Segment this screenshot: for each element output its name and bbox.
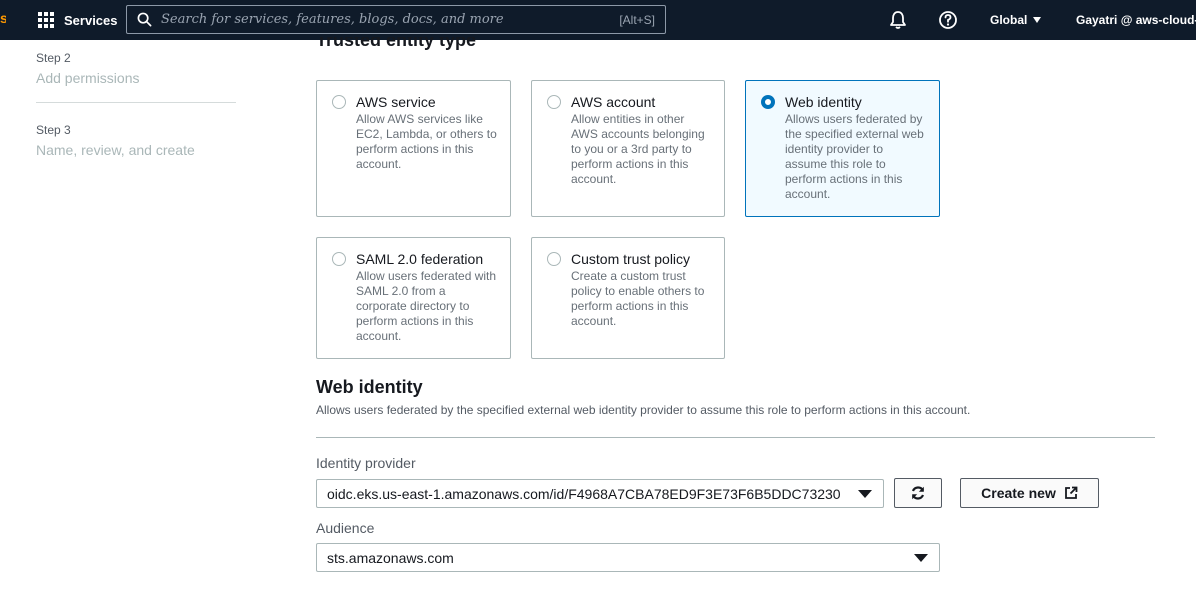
account-label: Gayatri @ aws-cloud-a [1076, 13, 1196, 27]
audience-select[interactable]: sts.amazonaws.com [316, 543, 940, 572]
tile-description: Allow entities in other AWS accounts bel… [571, 112, 705, 186]
tile-title: Custom trust policy [571, 251, 691, 267]
services-label: Services [64, 12, 118, 28]
step-divider [36, 102, 236, 103]
aws-logo[interactable]: s [0, 10, 6, 30]
services-menu-button[interactable]: Services [38, 0, 118, 40]
tile-title: AWS account [571, 94, 656, 110]
help-icon [939, 11, 957, 29]
help-button[interactable] [938, 10, 958, 35]
tile-description: Allow AWS services like EC2, Lambda, or … [356, 112, 497, 171]
create-new-label: Create new [981, 485, 1056, 501]
audience-label: Audience [316, 520, 375, 536]
identity-provider-value: oidc.eks.us-east-1.amazonaws.com/id/F496… [327, 485, 841, 502]
external-link-icon [1064, 486, 1078, 499]
search-shortcut-hint: [Alt+S] [619, 12, 655, 27]
notifications-button[interactable] [888, 10, 908, 35]
tile-description: Create a custom trust policy to enable o… [571, 269, 705, 328]
radio-web-identity[interactable] [761, 95, 775, 109]
refresh-icon [911, 486, 925, 500]
tile-title: SAML 2.0 federation [356, 251, 484, 267]
tile-description: Allows users federated by the specified … [785, 112, 924, 201]
bell-icon [890, 11, 906, 29]
radio-aws-service[interactable] [332, 95, 346, 109]
identity-provider-label: Identity provider [316, 455, 416, 471]
top-nav: s Services [Alt+S] Global Gayatri @ aws-… [0, 0, 1196, 40]
tile-custom-trust-policy[interactable]: Custom trust policy Create a custom trus… [531, 237, 725, 359]
radio-custom-trust-policy[interactable] [547, 252, 561, 266]
radio-aws-account[interactable] [547, 95, 561, 109]
tile-aws-account[interactable]: AWS account Allow entities in other AWS … [531, 80, 725, 217]
caret-down-icon [1033, 17, 1042, 23]
refresh-providers-button[interactable] [894, 478, 942, 508]
search-box[interactable]: [Alt+S] [126, 5, 666, 34]
step-2-label: Step 2 [36, 51, 71, 65]
search-input[interactable] [152, 6, 620, 33]
tile-title: AWS service [356, 94, 436, 110]
step-3-title[interactable]: Name, review, and create [36, 142, 195, 158]
tile-web-identity[interactable]: Web identity Allows users federated by t… [745, 80, 940, 217]
region-selector[interactable]: Global [990, 0, 1042, 40]
tile-saml-federation[interactable]: SAML 2.0 federation Allow users federate… [316, 237, 511, 359]
step-2-title[interactable]: Add permissions [36, 70, 140, 86]
identity-provider-select[interactable]: oidc.eks.us-east-1.amazonaws.com/id/F496… [316, 479, 884, 508]
web-identity-heading: Web identity [316, 377, 423, 397]
create-new-provider-button[interactable]: Create new [960, 478, 1099, 508]
tile-description: Allow users federated with SAML 2.0 from… [356, 269, 497, 343]
tile-aws-service[interactable]: AWS service Allow AWS services like EC2,… [316, 80, 511, 217]
account-menu[interactable]: Gayatri @ aws-cloud-a [1076, 0, 1196, 40]
caret-down-icon [858, 489, 872, 498]
section-divider [316, 437, 1155, 438]
radio-saml-federation[interactable] [332, 252, 346, 266]
web-identity-description: Allows users federated by the specified … [316, 403, 971, 417]
tile-title: Web identity [785, 94, 862, 110]
audience-value: sts.amazonaws.com [327, 549, 454, 566]
region-label: Global [990, 13, 1028, 27]
grid-icon [38, 12, 54, 28]
step-3-label: Step 3 [36, 123, 71, 137]
search-icon [137, 12, 152, 27]
caret-down-icon [914, 553, 928, 562]
